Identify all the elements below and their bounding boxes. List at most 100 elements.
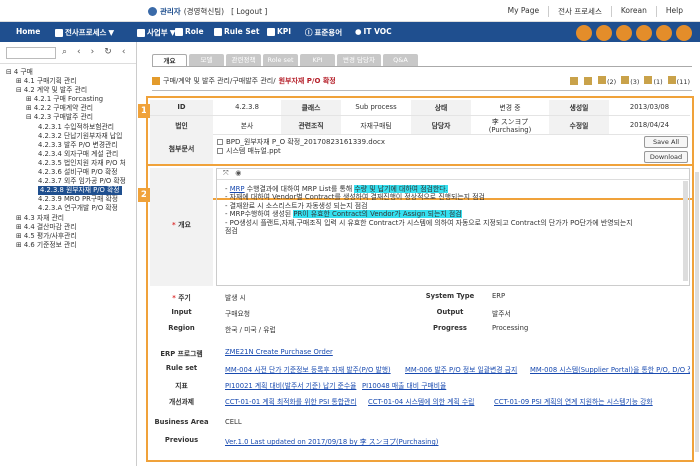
- menu-process[interactable]: 전사프로세스 ▼: [55, 27, 114, 38]
- bookmark-icon[interactable]: [570, 77, 578, 85]
- rule-link[interactable]: MM-008 시스템(Supplier Portal)을 통한 P/O, D/O…: [530, 364, 690, 374]
- rule-link[interactable]: MM-004 사전 단가 기준정보 등록후 자재 발주(P/O 발행): [225, 364, 391, 374]
- menu-term[interactable]: ⓘ 표준용어: [305, 27, 342, 38]
- id-label: ID: [150, 100, 213, 116]
- folder-icon[interactable]: [584, 77, 592, 85]
- tab-model[interactable]: 모델: [189, 54, 224, 66]
- overview-editor[interactable]: ⤧ ◉ - MRP 수행결과에 대하여 MRP List를 통해 수량 및 납기…: [216, 168, 690, 286]
- print-icon[interactable]: [636, 25, 652, 41]
- page-scrollbar[interactable]: [695, 172, 699, 452]
- folder-icon: [55, 28, 63, 37]
- history-icon[interactable]: [656, 25, 672, 41]
- attach-label: 첨부문서: [150, 134, 213, 164]
- detail-section: * 개요 ⤧ ◉ - MRP 수행결과에 대하여 MRP List를 통해 수량…: [146, 164, 694, 462]
- tree-item[interactable]: 4.2.3.5 법인지원 자재 P/O 처: [4, 159, 136, 168]
- rule-link[interactable]: MM-006 발주 P/O 정보 일괄변경 금지: [405, 364, 517, 374]
- tree-item[interactable]: ⊞ 4.2.2 구매계약 관리: [4, 104, 136, 113]
- attach-icon: [598, 76, 606, 84]
- tree-item[interactable]: ⊞ 4.4 결산마감 관리: [4, 223, 136, 232]
- tab-roleset[interactable]: Role set: [263, 54, 298, 66]
- kpi-link[interactable]: PI10048 매출 대비 구매비율: [362, 380, 446, 390]
- tree-item[interactable]: ⊞ 4.5 평가/사후관리: [4, 232, 136, 241]
- kpi-link[interactable]: PI10021 계획 대비(발주서 기준) 납기 준수율: [225, 380, 356, 390]
- view-count[interactable]: (11): [667, 76, 690, 86]
- corp-label: 법인: [150, 115, 213, 135]
- tab-kpi[interactable]: KPI: [300, 54, 335, 66]
- comment-count[interactable]: (3): [621, 76, 639, 86]
- edit-icon[interactable]: [576, 25, 592, 41]
- tree-item[interactable]: 4.2.3.6 설비구매 P/O 확정: [4, 168, 136, 177]
- menu-ruleset[interactable]: Rule Set: [214, 27, 259, 36]
- task-link[interactable]: CCT-01-04 시스템에 의한 계획 수립: [368, 396, 474, 406]
- language-link[interactable]: Korean: [610, 6, 656, 17]
- dropdown-icon: ▼: [108, 28, 115, 37]
- editor-scrollbar[interactable]: [683, 181, 688, 281]
- file-name[interactable]: 시스템 매뉴얼.ppt: [226, 147, 281, 155]
- file-item[interactable]: BPD_원부자재 P_O 확정_20170823161339.docx: [217, 138, 640, 147]
- refresh-icon[interactable]: ↻: [104, 47, 112, 57]
- enterprise-process-link[interactable]: 전사 프로세스: [548, 6, 611, 17]
- tree-search-input[interactable]: [6, 47, 56, 59]
- search-icon[interactable]: ⌕: [62, 47, 67, 57]
- user-icon: [148, 7, 157, 16]
- task-link[interactable]: CCT-01-09 PSI 계획의 연계 지원하는 시스템기능 강화: [494, 396, 690, 406]
- copy-icon[interactable]: [596, 25, 612, 41]
- file-checkbox[interactable]: [217, 148, 223, 154]
- tree-item[interactable]: ⊞ 4.2.1 구매 Forcasting: [4, 95, 136, 104]
- tab-qna[interactable]: Q&A: [383, 54, 418, 66]
- menu-business[interactable]: 사업부 ▼: [137, 27, 175, 38]
- save-all-button[interactable]: Save All: [644, 136, 688, 148]
- next-icon[interactable]: ›: [91, 47, 95, 57]
- tree-item[interactable]: 4.2.3.4 외자구매 계설 관리: [4, 150, 136, 159]
- progress-value: Processing: [492, 324, 529, 332]
- preview-icon[interactable]: ◉: [235, 169, 241, 177]
- prev-icon[interactable]: ‹: [77, 47, 81, 57]
- menu-itvoc[interactable]: ● IT VOC: [355, 27, 392, 36]
- tab-overview[interactable]: 개요: [152, 54, 187, 66]
- mrp-link[interactable]: MRP: [230, 185, 245, 193]
- tree-item[interactable]: ⊞ 4.6 기준정보 관리: [4, 241, 136, 250]
- expand-icon[interactable]: ⤧: [223, 169, 229, 177]
- previous-version-link[interactable]: Ver.1.0 Last updated on 2017/09/18 by 李 …: [225, 436, 438, 446]
- menu-kpi[interactable]: KPI: [267, 27, 291, 36]
- tree-item[interactable]: ⊞ 4.1 구매기획 관리: [4, 77, 136, 86]
- download-button[interactable]: Download: [644, 151, 688, 163]
- tree-item[interactable]: 4.2.3.3 발주 P/O 변경관리: [4, 141, 136, 150]
- tree-item[interactable]: ⊞ 4.3 자재 관리: [4, 214, 136, 223]
- comment-count-label: (3): [630, 78, 640, 86]
- attach-count[interactable]: (2): [598, 76, 616, 86]
- tree-item-selected[interactable]: 4.2.3.8 원부자재 P/O 확정: [4, 186, 136, 196]
- delete-icon[interactable]: [616, 25, 632, 41]
- tree-item[interactable]: 4.2.3.9 MRO PR구매 확정: [4, 195, 136, 204]
- file-item[interactable]: 시스템 매뉴얼.ppt: [217, 147, 640, 156]
- info-icon: ⓘ: [305, 28, 313, 37]
- menu-role-label: Role: [185, 27, 204, 36]
- tree-item[interactable]: 4.2.3.1 수입적하보험관리: [4, 123, 136, 132]
- tree-item[interactable]: ⊟ 4.2.3 구매발주 관리: [4, 113, 136, 122]
- logout-link[interactable]: [ Logout ]: [231, 7, 267, 16]
- tree-item[interactable]: 4.2.3.A 연구개발 P/O 확정: [4, 204, 136, 213]
- tab-policy[interactable]: 관련정책: [226, 54, 261, 66]
- menu-home-label: Home: [16, 27, 41, 36]
- created-value: 2013/03/08: [609, 100, 690, 116]
- user-name[interactable]: 관리자: [160, 6, 181, 17]
- erp-link[interactable]: ZME21N Create Purchase Order: [225, 348, 333, 356]
- tree-item[interactable]: 4.2.3.2 단납기원부자재 납입: [4, 132, 136, 141]
- help-link[interactable]: Help: [655, 6, 692, 17]
- file-checkbox[interactable]: [217, 139, 223, 145]
- cycle-label: 주기: [178, 294, 191, 302]
- tree-item[interactable]: ⊟ 4.2 계약 및 발주 관리: [4, 86, 136, 95]
- close-icon[interactable]: [676, 25, 692, 41]
- collapse-icon[interactable]: ‹: [122, 47, 126, 57]
- tree-item[interactable]: 4.2.3.7 외주 임가공 P/O 확정: [4, 177, 136, 186]
- menu-home[interactable]: Home: [16, 27, 40, 36]
- attach-count-label: (2): [607, 78, 617, 86]
- menu-role[interactable]: Role: [175, 27, 204, 36]
- main-content: 개요 모델 관련정책 Role set KPI 변경 담당자 Q&A 구매/계약…: [138, 42, 700, 466]
- tree-item[interactable]: ⊟ 4 구매: [4, 68, 136, 77]
- mypage-link[interactable]: My Page: [499, 6, 548, 17]
- file-name[interactable]: BPD_원부자재 P_O 확정_20170823161339.docx: [226, 138, 385, 146]
- link-count[interactable]: (1): [644, 76, 663, 86]
- task-link[interactable]: CCT-01-01 계획 최적화를 위한 PSI 통합관리: [225, 396, 356, 406]
- tab-change-owner[interactable]: 변경 담당자: [337, 54, 381, 66]
